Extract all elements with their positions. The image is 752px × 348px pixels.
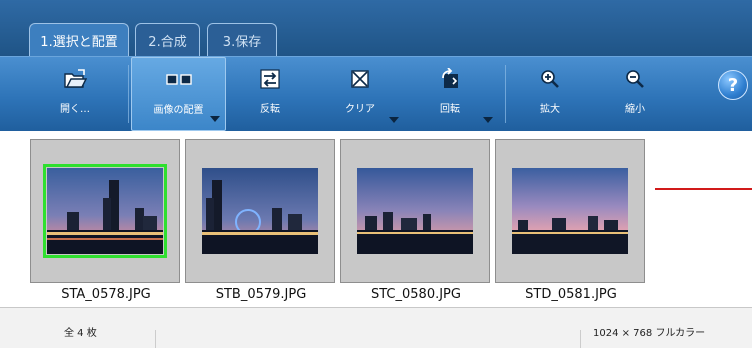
status-divider xyxy=(155,330,156,348)
thumbnail-image xyxy=(357,168,473,254)
tab-label: 3.保存 xyxy=(222,34,262,50)
thumbnail-filename: STA_0578.JPG xyxy=(61,287,151,302)
dropdown-arrow-icon[interactable] xyxy=(210,116,220,122)
tab-bar: 1.選択と配置 2.合成 3.保存 xyxy=(0,0,752,56)
arrange-icon xyxy=(165,68,193,92)
thumbnail-filename: STD_0581.JPG xyxy=(525,287,617,302)
toolbar-separator xyxy=(505,65,506,123)
tab-save[interactable]: 3.保存 xyxy=(207,23,277,56)
flip-icon xyxy=(259,67,281,91)
thumbnail-area: STA_0578.JPG STB_0579.JPG STC_0580.JPG S… xyxy=(0,131,752,307)
tab-label: 1.選択と配置 xyxy=(40,34,118,50)
zoom-in-button[interactable]: 拡大 xyxy=(515,57,585,131)
zoom-out-label: 縮小 xyxy=(625,104,645,115)
resolution-info: 1024 × 768 フルカラー xyxy=(593,328,706,339)
drop-indicator-line xyxy=(655,188,752,190)
thumbnail-image xyxy=(202,168,318,254)
flip-label: 反転 xyxy=(260,104,280,115)
help-icon: ? xyxy=(727,74,739,96)
arrange-label: 画像の配置 xyxy=(153,105,204,116)
zoom-out-icon xyxy=(625,67,645,91)
rotate-icon xyxy=(439,67,461,91)
dropdown-arrow-icon[interactable] xyxy=(483,117,493,123)
tab-select-and-arrange[interactable]: 1.選択と配置 xyxy=(29,23,129,56)
thumbnail-image xyxy=(512,168,628,254)
open-button[interactable]: 開く… xyxy=(40,57,110,131)
status-divider xyxy=(580,330,581,348)
toolbar-separator xyxy=(128,65,129,123)
zoom-in-label: 拡大 xyxy=(540,104,560,115)
clear-label: クリア xyxy=(345,104,375,115)
zoom-out-button[interactable]: 縮小 xyxy=(600,57,670,131)
dropdown-arrow-icon[interactable] xyxy=(389,117,399,123)
clear-icon xyxy=(350,67,370,91)
thumbnail-item[interactable]: STC_0580.JPG xyxy=(340,139,490,302)
open-label: 開く… xyxy=(60,104,90,115)
thumbnail-filename: STC_0580.JPG xyxy=(371,287,461,302)
folder-open-icon xyxy=(63,67,87,91)
clear-button[interactable]: クリア xyxy=(320,57,400,131)
rotate-label: 回転 xyxy=(440,104,460,115)
toolbar: 開く… 画像の配置 反転 クリア 回転 拡大 縮小 xyxy=(0,56,752,132)
thumbnail-item[interactable]: STA_0578.JPG xyxy=(30,139,180,302)
thumbnail-item[interactable]: STD_0581.JPG xyxy=(495,139,645,302)
thumbnail-item[interactable]: STB_0579.JPG xyxy=(185,139,335,302)
tab-label: 2.合成 xyxy=(148,34,187,50)
image-count: 全 4 枚 xyxy=(64,328,97,339)
zoom-in-icon xyxy=(540,67,560,91)
status-bar: 全 4 枚 1024 × 768 フルカラー xyxy=(0,307,752,348)
help-button[interactable]: ? xyxy=(718,70,748,100)
arrange-images-button[interactable]: 画像の配置 xyxy=(131,57,226,131)
rotate-button[interactable]: 回転 xyxy=(410,57,493,131)
thumbnail-image xyxy=(47,168,163,254)
flip-button[interactable]: 反転 xyxy=(235,57,305,131)
tab-compose[interactable]: 2.合成 xyxy=(135,23,200,56)
thumbnail-filename: STB_0579.JPG xyxy=(215,287,307,302)
